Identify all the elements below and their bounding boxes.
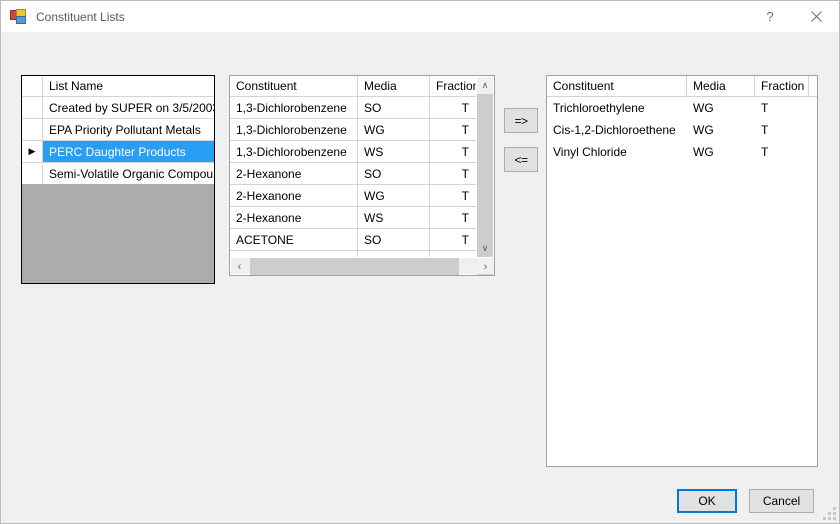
close-button[interactable] [793,1,839,32]
cell-fraction: T [761,145,769,159]
scroll-up-icon[interactable]: ∧ [477,77,493,94]
table-row-selected[interactable]: ▶ PERC Daughter Products [22,141,214,163]
cell-media: WG [358,119,430,140]
cell-fraction: T [461,123,469,137]
cell-constituent: 2-Hexanone [230,163,358,184]
column-header-constituent[interactable]: Constituent [547,76,687,96]
select-from-grid[interactable]: Constituent Media Fraction 1,3-Dichlorob… [230,76,477,275]
table-row[interactable]: 2-Hexanone WG T [230,185,477,207]
remove-from-selected-button[interactable]: <= [504,147,538,172]
table-row[interactable]: Cis-1,2-Dichloroethene WG T [547,119,817,141]
column-header-list-name[interactable]: List Name [43,76,214,96]
scroll-down-icon[interactable]: ∨ [477,240,493,257]
cell-constituent: 1,3-Dichlorobenzene [230,141,358,162]
cell-fraction: T [461,145,469,159]
table-row[interactable]: ACETONE SO T [230,229,477,251]
table-row[interactable]: 1,3-Dichlorobenzene WG T [230,119,477,141]
column-header-fraction[interactable]: Fraction [755,76,809,96]
column-header-fraction[interactable]: Fraction [430,76,477,96]
cell-media: WG [693,145,714,159]
column-header-media[interactable]: Media [687,76,755,96]
app-icon [10,8,26,25]
table-row[interactable]: 1,3-Dichlorobenzene SO T [230,97,477,119]
dialog-body: Constituent Lists List Name Created by S… [1,32,839,523]
cell-media: WG [358,185,430,206]
cell-media: SO [358,229,430,250]
scroll-right-icon[interactable]: › [477,258,494,275]
cell-fraction: T [461,189,469,203]
cell-media: SO [358,97,430,118]
title-bar: Constituent Lists ? [1,1,839,33]
cell-constituent: 2-Hexanone [230,185,358,206]
selected-rows: Trichloroethylene WG T Cis-1,2-Dichloroethe… [547,97,817,163]
table-row[interactable]: 2-Hexanone WS T [230,207,477,229]
select-from-rows: 1,3-Dichlorobenzene SO T 1,3-Dichlorobenzen… [230,97,477,274]
cell-list-name: EPA Priority Pollutant Metals [49,123,201,137]
cell-fraction: T [761,101,769,115]
help-button[interactable]: ? [747,1,793,32]
cell-list-name: Semi-Volatile Organic Compou... [49,167,214,181]
table-row[interactable]: EPA Priority Pollutant Metals [22,119,214,141]
current-row-indicator: ▶ [22,141,43,162]
close-icon [810,11,822,22]
window-controls: ? [747,1,839,32]
cell-media: WG [693,123,714,137]
cell-media: WS [358,207,430,228]
cell-constituent: 2-Hexanone [230,207,358,228]
cell-constituent: 1,3-Dichlorobenzene [230,97,358,118]
horizontal-scroll-thumb[interactable] [250,258,459,275]
cell-constituent: ACETONE [230,229,358,250]
selected-grid[interactable]: Constituent Media Fraction Trichloroethy… [547,76,817,466]
table-row[interactable]: 2-Hexanone SO T [230,163,477,185]
row-marker [22,119,43,140]
cell-list-name: Created by SUPER on 3/5/2003 [49,101,214,115]
row-marker [22,163,43,184]
arrow-left-icon: <= [514,152,528,167]
table-row[interactable]: Trichloroethylene WG T [547,97,817,119]
cell-media: WG [693,101,714,115]
cell-fraction: T [461,233,469,247]
window-title: Constituent Lists [36,9,125,24]
cell-constituent: Cis-1,2-Dichloroethene [553,123,676,137]
select-from-panel: Constituent Media Fraction 1,3-Dichlorob… [229,75,495,276]
constituent-lists-rows: Created by SUPER on 3/5/2003 EPA Priorit… [22,97,214,184]
arrow-right-icon: => [514,113,528,128]
cell-fraction: T [461,211,469,225]
select-from-header-row: Constituent Media Fraction [230,76,477,97]
column-header-media[interactable]: Media [358,76,430,96]
constituent-lists-grid[interactable]: List Name Created by SUPER on 3/5/2003 E… [22,76,214,184]
cancel-button-label: Cancel [762,494,801,508]
add-to-selected-button[interactable]: => [504,108,538,133]
ok-button[interactable]: OK [677,489,737,513]
row-marker [22,97,43,118]
cancel-button[interactable]: Cancel [749,489,814,513]
scroll-left-icon[interactable]: ‹ [231,258,248,275]
selected-panel: Constituent Media Fraction Trichloroethy… [546,75,818,467]
constituent-lists-empty-area [22,184,214,283]
table-row[interactable]: Semi-Volatile Organic Compou... [22,163,214,184]
header-row-marker [22,76,43,96]
select-from-horizontal-scrollbar[interactable]: ‹ › [231,257,494,275]
cell-media: WS [358,141,430,162]
cell-media: SO [358,163,430,184]
cell-fraction: T [461,101,469,115]
selected-header-row: Constituent Media Fraction [547,76,817,97]
cell-constituent: Trichloroethylene [553,101,645,115]
select-from-vertical-scrollbar[interactable]: ∧ ∨ [476,77,493,275]
resize-grip[interactable] [823,507,836,520]
cell-list-name: PERC Daughter Products [49,145,186,159]
cell-constituent: Vinyl Chloride [553,145,627,159]
table-row[interactable]: 1,3-Dichlorobenzene WS T [230,141,477,163]
question-mark-icon: ? [766,9,774,24]
constituent-lists-header-row: List Name [22,76,214,97]
column-header-constituent[interactable]: Constituent [230,76,358,96]
cell-fraction: T [761,123,769,137]
column-header-filler [809,76,817,96]
table-row[interactable]: Created by SUPER on 3/5/2003 [22,97,214,119]
ok-button-label: OK [698,494,716,508]
cell-fraction: T [461,167,469,181]
cell-constituent: 1,3-Dichlorobenzene [230,119,358,140]
table-row[interactable]: Vinyl Chloride WG T [547,141,817,163]
